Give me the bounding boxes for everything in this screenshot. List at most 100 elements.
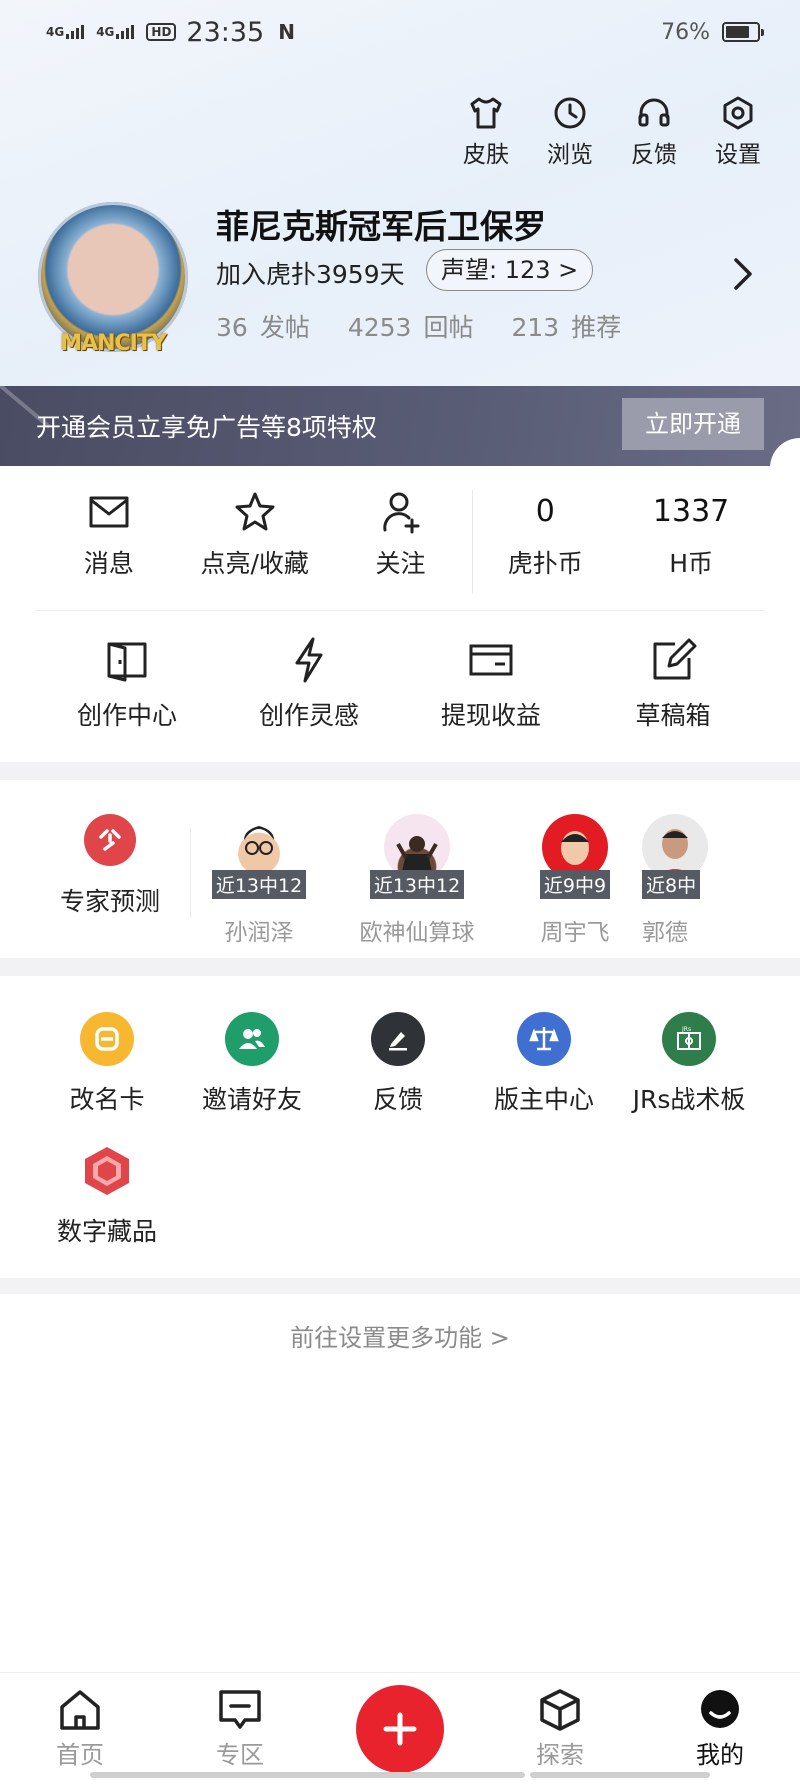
pen-icon: [371, 1012, 425, 1066]
battery-icon: [722, 22, 764, 42]
gem-icon: [80, 1144, 134, 1198]
avatar[interactable]: MANCITY: [38, 202, 188, 356]
digital-collectibles-label: 数字藏品: [56, 1217, 157, 1246]
tactics-board-button[interactable]: JRs JRs战术板: [614, 1012, 764, 1116]
post-button[interactable]: [356, 1685, 444, 1773]
replies-stat[interactable]: 4253 回帖: [348, 308, 474, 344]
messages-label: 消息: [83, 549, 134, 578]
invite-friends-button[interactable]: 邀请好友: [177, 1012, 327, 1116]
expert-item[interactable]: 近9中9 周宇飞: [500, 814, 650, 947]
favorites-label: 点亮/收藏: [200, 549, 309, 578]
hupu-coin-label: 虎扑币: [507, 549, 583, 578]
divider: [36, 610, 764, 611]
withdraw-button[interactable]: 提现收益: [400, 636, 582, 732]
expert-name: 欧神仙算球: [359, 920, 475, 946]
follow-label: 关注: [375, 549, 426, 578]
rename-card-button[interactable]: 改名卡: [32, 1012, 182, 1116]
expert-item[interactable]: 近13中12 孙润泽: [200, 814, 334, 947]
nav-zone-label: 专区: [216, 1741, 264, 1769]
expert-item[interactable]: 近8中 郭德: [642, 814, 766, 947]
history-label: 浏览: [547, 142, 593, 168]
nav-zone[interactable]: 专区: [180, 1687, 300, 1770]
expert-name: 孙润泽: [224, 920, 294, 946]
replies-count: 4253: [347, 313, 412, 342]
star-icon: [235, 492, 275, 531]
posts-stat[interactable]: 36 发帖: [216, 308, 310, 344]
quick-row: 消息 点亮/收藏 关注 0 虎扑币 1337 H币: [36, 490, 764, 594]
digital-collectibles-button[interactable]: 数字藏品: [32, 1144, 182, 1248]
skin-button[interactable]: 皮肤: [444, 95, 528, 169]
shirt-icon: [470, 97, 502, 129]
edit-icon: [653, 638, 697, 680]
nav-mine[interactable]: 我的: [660, 1687, 780, 1770]
settings-icon: [723, 96, 753, 130]
favorites-button[interactable]: 点亮/收藏: [182, 490, 328, 590]
hupu-coin[interactable]: 0 虎扑币: [472, 490, 618, 590]
chat-icon: [219, 1690, 261, 1729]
avatar-badge: MANCITY: [60, 331, 167, 356]
vip-open-button[interactable]: 立即开通: [622, 398, 764, 450]
recommend-stat[interactable]: 213 推荐: [511, 308, 621, 344]
username[interactable]: 菲尼克斯冠军后卫保罗: [216, 200, 546, 248]
battery-percent: 76%: [661, 19, 710, 45]
lightning-icon: [295, 637, 323, 683]
expert-name: 郭德: [642, 920, 688, 946]
section-gap: [0, 762, 800, 780]
more-settings-link[interactable]: 前往设置更多功能 >: [0, 1318, 800, 1353]
reputation-value: 声望: 123: [441, 256, 551, 284]
expert-record: 近8中: [642, 870, 701, 899]
feedback-button[interactable]: 反馈: [612, 95, 696, 169]
creator-center-button[interactable]: 创作中心: [36, 636, 218, 732]
signal-icon: 4G: [96, 25, 135, 39]
svg-text:JRs: JRs: [681, 1026, 691, 1033]
chevron-right-icon[interactable]: [730, 256, 756, 292]
drafts-label: 草稿箱: [635, 701, 711, 730]
rename-card-label: 改名卡: [69, 1085, 145, 1114]
invite-icon: [225, 1012, 279, 1066]
tactics-board-icon: JRs: [662, 1012, 716, 1066]
withdraw-label: 提现收益: [440, 701, 541, 730]
feedback-tool-button[interactable]: 反馈: [323, 1012, 473, 1116]
moderator-center-button[interactable]: 版主中心: [469, 1012, 619, 1116]
vip-banner[interactable]: 开通会员立享免广告等8项特权 立即开通: [0, 386, 800, 468]
profile-stats: 36 发帖 4253 回帖 213 推荐: [216, 308, 621, 344]
card-icon: [469, 644, 513, 676]
expert-item[interactable]: 近13中12 欧神仙算球: [342, 814, 492, 947]
creator-center-label: 创作中心: [76, 701, 177, 730]
history-button[interactable]: 浏览: [528, 95, 612, 169]
expert-list: 近13中12 孙润泽 近13中12 欧神仙算球 近9中9 周宇飞 近8中 郭德: [200, 810, 766, 960]
gesture-bar: [90, 1772, 290, 1778]
divider: [190, 828, 191, 918]
section-gap: [0, 958, 800, 976]
signal-icon: 4G: [46, 25, 85, 39]
h-coin-value: 1337: [652, 494, 730, 529]
settings-button[interactable]: 设置: [696, 95, 780, 169]
inspiration-button[interactable]: 创作灵感: [218, 636, 400, 732]
nfc-icon: N: [278, 20, 295, 44]
recommend-label: 推荐: [571, 313, 622, 342]
follow-button[interactable]: 关注: [328, 490, 474, 590]
network-type: 4G: [96, 25, 115, 39]
hd-voice-icon: HD: [146, 23, 177, 41]
messages-button[interactable]: 消息: [36, 490, 182, 590]
drafts-button[interactable]: 草稿箱: [582, 636, 764, 732]
bottom-nav: 首页 专区 探索 我的: [0, 1672, 800, 1784]
expert-record: 近13中12: [211, 870, 307, 899]
tactics-board-label: JRs战术板: [632, 1085, 746, 1114]
plus-icon: [383, 1712, 417, 1746]
headset-icon: [638, 98, 670, 127]
posts-count: 36: [216, 313, 248, 342]
expert-prediction-label: 专家预测: [59, 887, 160, 916]
expert-prediction-button[interactable]: 专家预测: [40, 814, 180, 918]
card-corner: [770, 438, 800, 468]
network-type: 4G: [46, 25, 65, 39]
nav-explore[interactable]: 探索: [500, 1687, 620, 1770]
gesture-bar: [275, 1772, 525, 1778]
vip-text: 开通会员立享免广告等8项特权: [36, 413, 377, 442]
home-icon: [60, 1690, 100, 1730]
nav-home[interactable]: 首页: [20, 1687, 140, 1770]
h-coin[interactable]: 1337 H币: [618, 490, 764, 590]
expert-record: 近9中9: [539, 870, 611, 899]
reputation-badge[interactable]: 声望: 123 >: [426, 249, 594, 291]
gesture-bar: [530, 1772, 710, 1778]
